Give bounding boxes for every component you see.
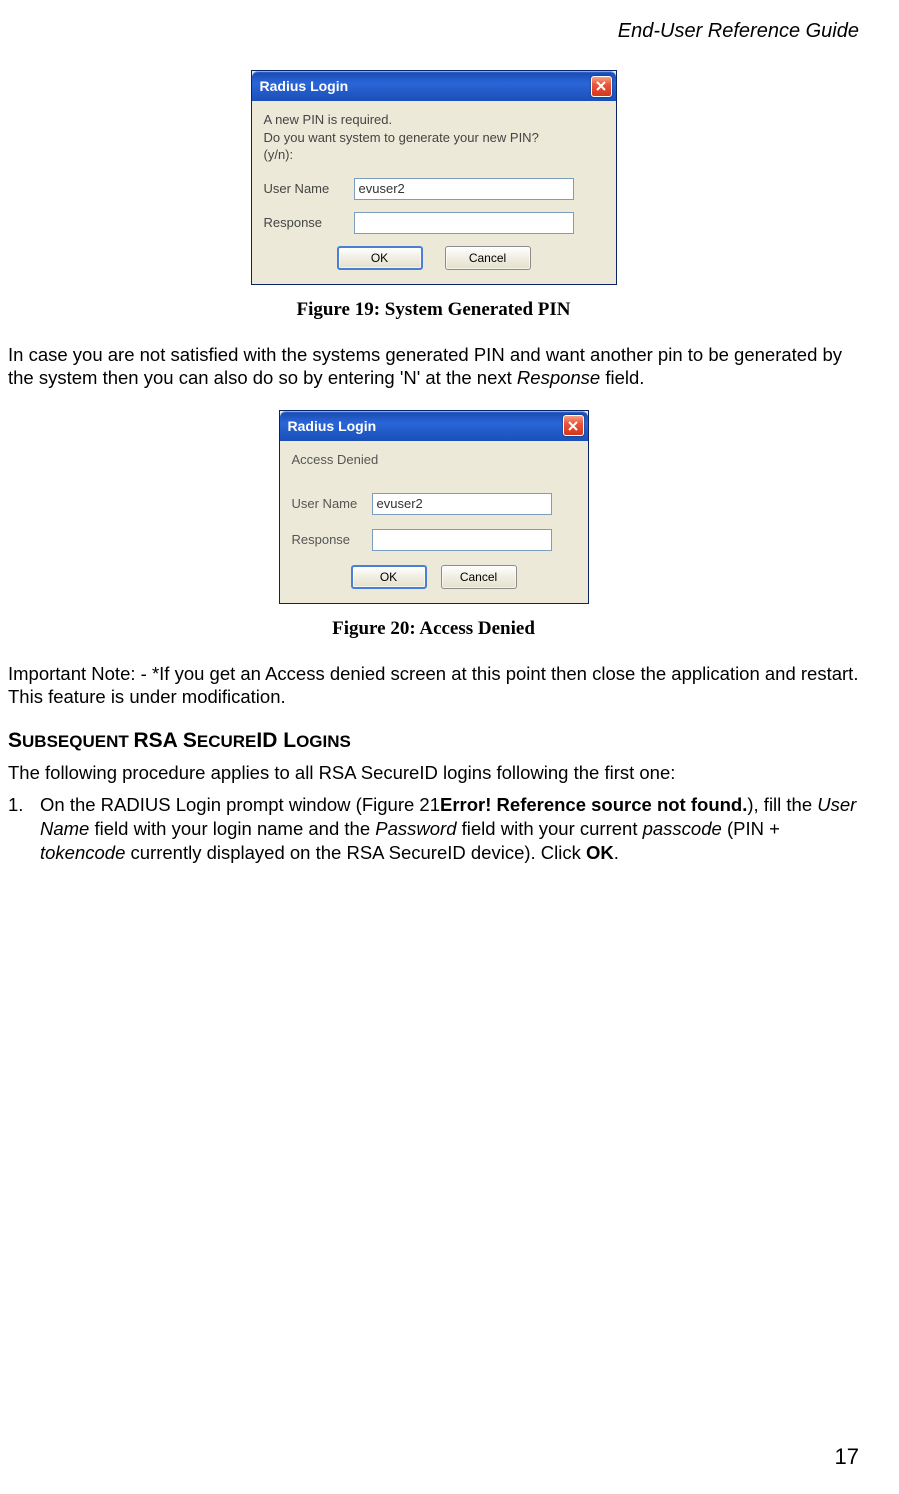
paragraph: In case you are not satisfied with the s… xyxy=(8,343,859,390)
text: (PIN + xyxy=(722,818,780,839)
close-icon[interactable] xyxy=(563,415,584,436)
msg-line: (y/n): xyxy=(264,146,604,164)
figure-caption-20: Figure 20: Access Denied xyxy=(8,618,859,640)
text-italic: Password xyxy=(375,818,456,839)
username-label: User Name xyxy=(264,181,354,196)
dialog-title: Radius Login xyxy=(288,418,377,434)
page-number: 17 xyxy=(835,1444,859,1470)
paragraph: The following procedure applies to all R… xyxy=(8,761,859,785)
text: field. xyxy=(600,367,644,388)
close-icon[interactable] xyxy=(591,76,612,97)
list-number: 1. xyxy=(8,793,40,865)
text: In case you are not satisfied with the s… xyxy=(8,344,842,389)
figure-caption-19: Figure 19: System Generated PIN xyxy=(8,299,859,321)
response-field[interactable] xyxy=(372,529,552,551)
radius-login-dialog-1: Radius Login A new PIN is required. Do y… xyxy=(251,70,617,285)
heading-part: OGINS xyxy=(296,732,351,751)
list-item: 1. On the RADIUS Login prompt window (Fi… xyxy=(8,793,859,865)
text: ), fill the xyxy=(747,794,817,815)
dialog-title: Radius Login xyxy=(260,78,349,94)
radius-login-dialog-2: Radius Login Access Denied User Name Res… xyxy=(279,410,589,604)
text: . xyxy=(614,842,619,863)
text-bold: Error! Reference source not found. xyxy=(440,794,747,815)
heading-part: ECURE xyxy=(197,732,257,751)
username-label: User Name xyxy=(292,496,372,511)
text-italic: tokencode xyxy=(40,842,125,863)
ok-button[interactable]: OK xyxy=(337,246,423,270)
msg-line: Do you want system to generate your new … xyxy=(264,129,604,147)
text-italic: passcode xyxy=(643,818,722,839)
response-label: Response xyxy=(264,215,354,230)
text-bold: OK xyxy=(586,842,614,863)
doc-header: End-User Reference Guide xyxy=(618,20,859,43)
heading-part: UBSEQUENT xyxy=(22,732,133,751)
section-heading: SUBSEQUENT RSA SECUREID LOGINS xyxy=(8,729,859,753)
heading-part: ID xyxy=(256,729,283,752)
text-italic: Response xyxy=(517,367,600,388)
response-label: Response xyxy=(292,532,372,547)
dialog-message: Access Denied xyxy=(292,451,576,469)
titlebar: Radius Login xyxy=(280,411,588,441)
text: field with your current xyxy=(457,818,643,839)
response-field[interactable] xyxy=(354,212,574,234)
paragraph: Important Note: - *If you get an Access … xyxy=(8,662,859,709)
cancel-button[interactable]: Cancel xyxy=(441,565,517,589)
heading-part: RSA S xyxy=(133,729,196,752)
text: On the RADIUS Login prompt window (Figur… xyxy=(40,794,440,815)
dialog-message: A new PIN is required. Do you want syste… xyxy=(264,111,604,164)
cancel-button[interactable]: Cancel xyxy=(445,246,531,270)
ok-button[interactable]: OK xyxy=(351,565,427,589)
username-field[interactable] xyxy=(372,493,552,515)
text: field with your login name and the xyxy=(89,818,375,839)
heading-part: S xyxy=(8,729,22,752)
titlebar: Radius Login xyxy=(252,71,616,101)
msg-line: A new PIN is required. xyxy=(264,111,604,129)
heading-part: L xyxy=(283,729,296,752)
list-body: On the RADIUS Login prompt window (Figur… xyxy=(40,793,859,865)
username-field[interactable] xyxy=(354,178,574,200)
text: currently displayed on the RSA SecureID … xyxy=(125,842,586,863)
